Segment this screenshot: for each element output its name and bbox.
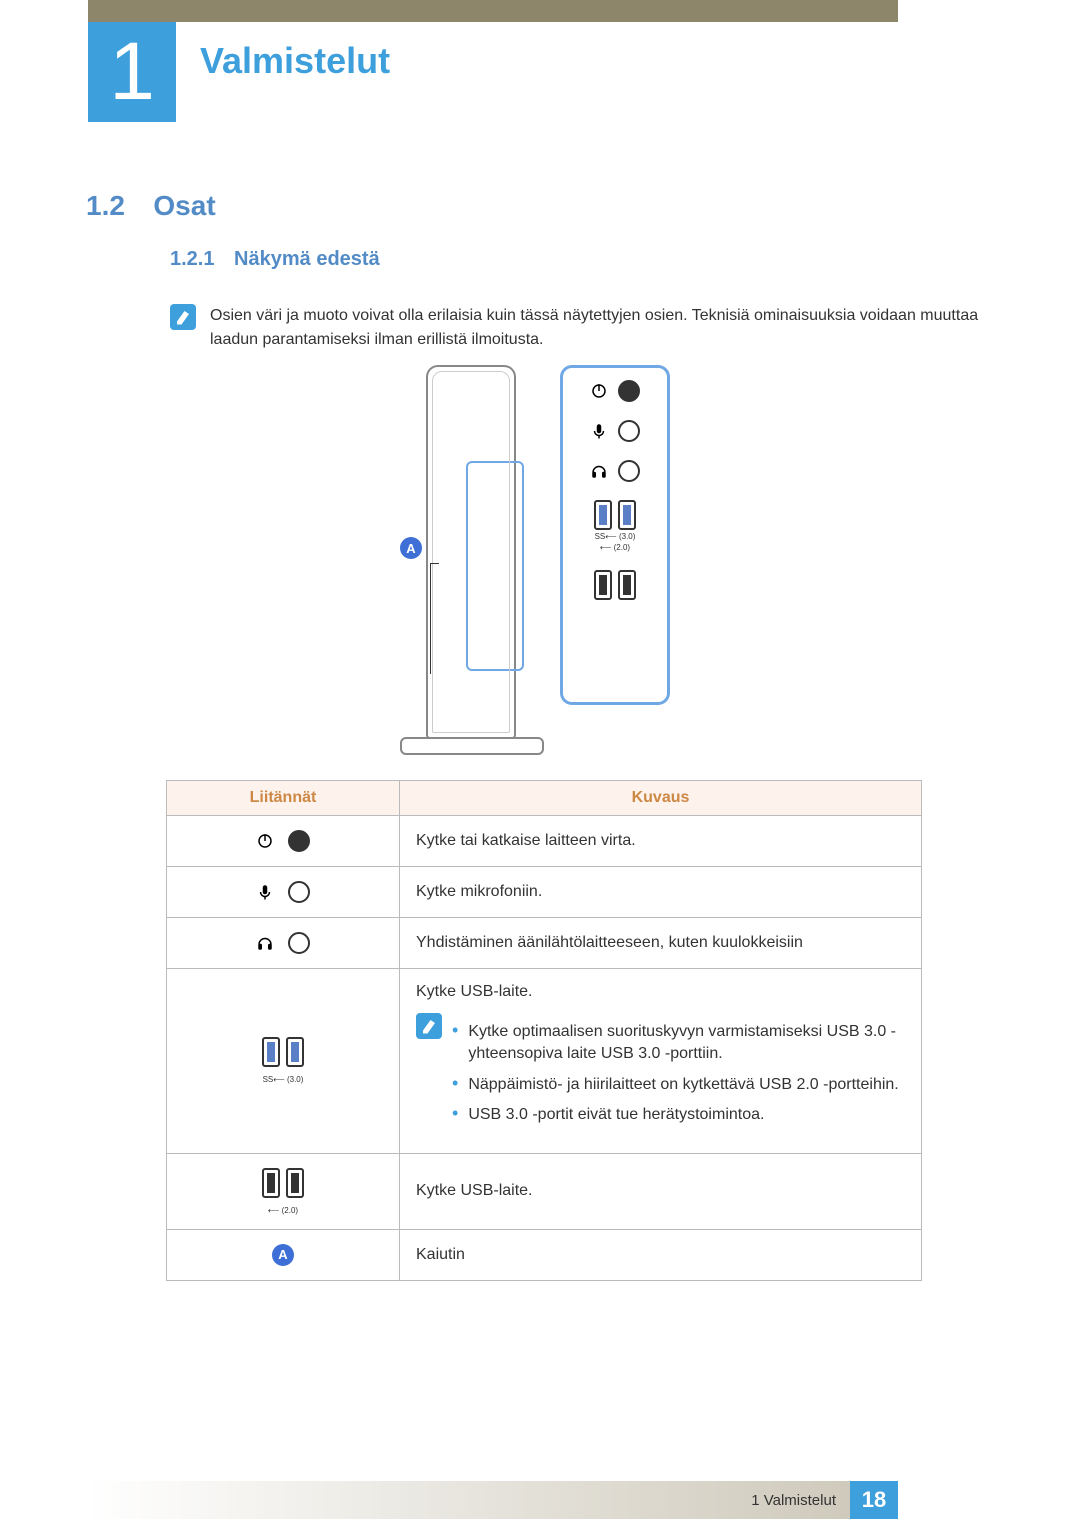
- usb30-block: SS⟵ (3.0) ⟵ (2.0): [594, 500, 636, 552]
- callout-line: [430, 563, 439, 674]
- usb30-bullets: •Kytke optimaalisen suorituskyvyn varmis…: [452, 1013, 905, 1135]
- cell-speaker-icon: A: [167, 1229, 400, 1280]
- cell-mic-desc: Kytke mikrofoniin.: [400, 867, 922, 918]
- subsection-heading: 1.2.1 Näkymä edestä: [170, 248, 380, 271]
- mic-jack-icon: [618, 420, 640, 442]
- table-row: A Kaiutin: [167, 1229, 922, 1280]
- power-button-icon: [618, 380, 640, 402]
- subsection-title: Näkymä edestä: [234, 248, 380, 270]
- cell-power-desc: Kytke tai katkaise laitteen virta.: [400, 816, 922, 867]
- power-row: [571, 380, 659, 402]
- section-number: 1.2: [86, 190, 125, 222]
- subsection-number: 1.2.1: [170, 248, 214, 270]
- usb30-port-icon: [286, 1037, 304, 1067]
- usb30-port-icon: [618, 500, 636, 530]
- table-row: SS⟵ (3.0) Kytke USB-laite. •Kytke optima…: [167, 969, 922, 1154]
- page-number: 18: [850, 1481, 898, 1519]
- cell-speaker-desc: Kaiutin: [400, 1229, 922, 1280]
- cell-usb30-icon: SS⟵ (3.0): [167, 969, 400, 1154]
- footer: 1 Valmistelut 18: [88, 1481, 898, 1519]
- usb30-port-icon: [594, 500, 612, 530]
- usb20-port-icon: [286, 1168, 304, 1198]
- zoom-panel: SS⟵ (3.0) ⟵ (2.0): [560, 365, 670, 705]
- usb20-port-icon: [618, 570, 636, 600]
- chapter-number-box: 1: [88, 22, 176, 122]
- usb20-port-icon: [594, 570, 612, 600]
- speaker-a-badge: A: [272, 1244, 294, 1266]
- note-icon: [170, 304, 196, 330]
- ports-table: Liitännät Kuvaus Kytke tai katkaise lait…: [166, 780, 922, 1281]
- headphone-row: [571, 460, 659, 482]
- table-row: Kytke mikrofoniin.: [167, 867, 922, 918]
- section-heading: 1.2 Osat: [86, 190, 216, 222]
- usb20-block: [594, 570, 636, 600]
- device-outline: A: [400, 365, 540, 755]
- cell-usb20-icon: ⟵ (2.0): [167, 1153, 400, 1229]
- table-row: ⟵ (2.0) Kytke USB-laite.: [167, 1153, 922, 1229]
- cell-headphone-icon: [167, 918, 400, 969]
- footer-chapter-ref: 1 Valmistelut: [88, 1481, 850, 1519]
- th-ports: Liitännät: [167, 781, 400, 816]
- table-row: Kytke tai katkaise laitteen virta.: [167, 816, 922, 867]
- note-block: Osien väri ja muoto voivat olla erilaisi…: [170, 304, 980, 352]
- power-icon: [590, 382, 608, 400]
- note-text: Osien väri ja muoto voivat olla erilaisi…: [210, 304, 980, 352]
- cell-usb30-desc: Kytke USB-laite. •Kytke optimaalisen suo…: [400, 969, 922, 1154]
- cell-power-icon: [167, 816, 400, 867]
- usb20-port-icon: [262, 1168, 280, 1198]
- front-view-diagram: A SS⟵ (3.0) ⟵ (2.0): [370, 365, 730, 765]
- top-bar: [88, 0, 898, 22]
- chapter-number: 1: [109, 25, 155, 119]
- usb30-intro: Kytke USB-laite.: [416, 983, 905, 1001]
- headphone-jack-icon: [618, 460, 640, 482]
- bullet-text: Näppäimistö- ja hiirilaitteet on kytkett…: [468, 1074, 898, 1096]
- mic-row: [571, 420, 659, 442]
- device-front-panel: [466, 461, 524, 671]
- cell-mic-icon: [167, 867, 400, 918]
- usb30-label: SS⟵ (3.0): [594, 532, 636, 541]
- cell-headphone-desc: Yhdistäminen äänilähtölaitteeseen, kuten…: [400, 918, 922, 969]
- device-base: [400, 737, 544, 755]
- device-body: [426, 365, 516, 739]
- callout-a-badge: A: [400, 537, 422, 559]
- page: 1 Valmistelut 1.2 Osat 1.2.1 Näkymä edes…: [0, 0, 1080, 1527]
- mic-icon: [590, 422, 608, 440]
- usb20-label: ⟵ (2.0): [594, 543, 636, 552]
- table-row: Yhdistäminen äänilähtölaitteeseen, kuten…: [167, 918, 922, 969]
- th-desc: Kuvaus: [400, 781, 922, 816]
- note-icon: [416, 1013, 442, 1039]
- usb30-port-icon: [262, 1037, 280, 1067]
- cell-usb20-desc: Kytke USB-laite.: [400, 1153, 922, 1229]
- bullet-text: USB 3.0 -portit eivät tue herätystoimint…: [468, 1104, 764, 1126]
- bullet-text: Kytke optimaalisen suorituskyvyn varmist…: [468, 1021, 905, 1066]
- section-title: Osat: [153, 190, 215, 222]
- headphone-icon: [590, 462, 608, 480]
- chapter-title: Valmistelut: [200, 40, 390, 82]
